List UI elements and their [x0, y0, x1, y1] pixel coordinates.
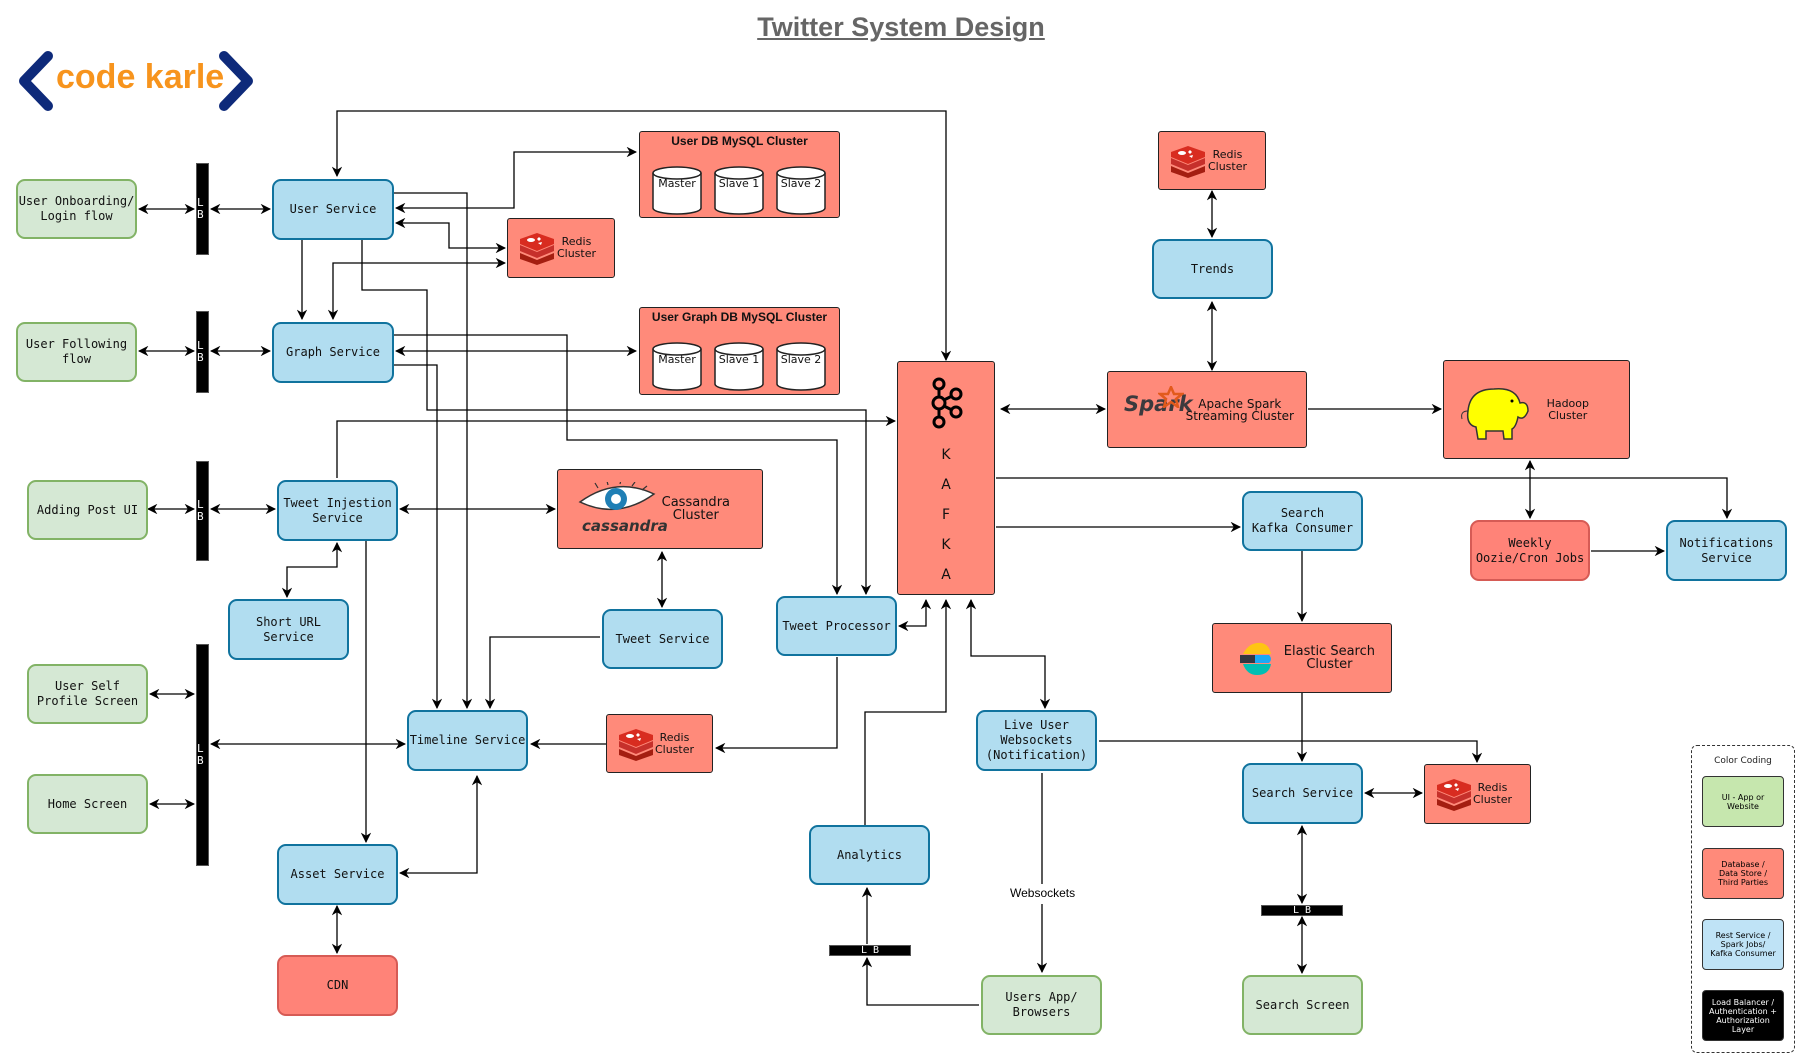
cdn[interactable]: CDN [277, 955, 398, 1016]
edge-liveuser-redis [1099, 740, 1483, 764]
elastic-search-cluster[interactable]: Elastic Search Cluster [1212, 623, 1392, 693]
service-trends[interactable]: Trends [1152, 239, 1273, 299]
redis-cluster-trends[interactable]: Redis Cluster [1158, 131, 1266, 190]
load-balancer-timeline[interactable]: L B [196, 644, 209, 866]
edge-graph-redis [327, 257, 507, 321]
redis-icon [1171, 146, 1205, 178]
spark-streaming-cluster[interactable]: Spark Apache Spark Streaming Cluster [1107, 371, 1307, 448]
edge-user-db-user-service [394, 146, 638, 214]
cassandra-label: Cassandra Cluster [661, 495, 730, 523]
cassandra-cluster[interactable]: cassandra Cassandra Cluster [557, 469, 763, 549]
service-search-kafka-consumer[interactable]: Search Kafka Consumer [1242, 491, 1363, 551]
service-live-user-websockets[interactable]: Live User Websockets (Notification) [976, 710, 1097, 771]
websockets-edge-label: Websockets [1008, 886, 1078, 900]
load-balancer-analytics[interactable]: L B [829, 945, 911, 956]
database-cylinder-master: Master [652, 330, 702, 391]
load-balancer-user[interactable]: L B [196, 163, 209, 255]
service-analytics[interactable]: Analytics [809, 825, 930, 885]
spark-star-icon [1158, 386, 1184, 408]
user-graph-db-mysql-cluster[interactable]: User Graph DB MySQL Cluster Master Slave… [639, 307, 840, 395]
hadoop-cluster[interactable]: Hadoop Cluster [1443, 360, 1630, 459]
database-cylinder-slave-1: Slave 1 [714, 154, 764, 215]
database-cylinder-slave-1: Slave 1 [714, 330, 764, 391]
edge-user-timeline [394, 192, 473, 710]
user-db-title: User DB MySQL Cluster [671, 134, 808, 148]
weekly-oozie-cron-jobs[interactable]: Weekly Oozie/Cron Jobs [1470, 520, 1590, 581]
edge-kafka-liveuser [965, 598, 1051, 710]
service-search[interactable]: Search Service [1242, 763, 1363, 824]
legend-item-service: Rest Service / Spark Jobs/ Kafka Consume… [1702, 919, 1784, 970]
spark-label: Apache Spark Streaming Cluster [1185, 396, 1294, 423]
elastic-search-icon [1240, 642, 1271, 675]
color-coding-legend: Color Coding UI - App or Website Databas… [1691, 745, 1795, 1053]
edge-injestion-shorturl [281, 541, 343, 599]
kafka-label: K A F K A [941, 447, 951, 583]
elastic-label: Elastic Search Cluster [1283, 644, 1375, 672]
redis-label: Redis Cluster [1207, 147, 1247, 173]
service-user[interactable]: User Service [272, 179, 394, 240]
ui-search-screen[interactable]: Search Screen [1242, 975, 1363, 1035]
service-tweet[interactable]: Tweet Service [602, 609, 723, 669]
service-asset[interactable]: Asset Service [277, 844, 398, 905]
service-notifications[interactable]: Notifications Service [1666, 520, 1787, 581]
redis-icon [1437, 779, 1471, 811]
redis-cluster-search[interactable]: Redis Cluster [1424, 764, 1531, 824]
ui-user-onboarding[interactable]: User Onboarding/ Login flow [16, 179, 137, 239]
edge-graph-timeline [394, 364, 443, 710]
graph-db-title: User Graph DB MySQL Cluster [651, 310, 828, 324]
edge-tweetproc-kafka [897, 598, 932, 632]
edge-tweetservice-timeline [484, 636, 600, 710]
redis-cluster-user[interactable]: Redis Cluster [507, 218, 615, 278]
kafka-cluster[interactable]: K A F K A [897, 361, 995, 595]
redis-icon [520, 233, 554, 265]
service-timeline[interactable]: Timeline Service [407, 710, 528, 771]
redis-label: Redis Cluster [556, 235, 596, 260]
edge-timeline-asset [398, 774, 483, 879]
load-balancer-graph[interactable]: L B [196, 311, 209, 393]
load-balancer-search[interactable]: L B [1261, 905, 1343, 916]
service-graph[interactable]: Graph Service [272, 322, 394, 383]
ui-home-screen[interactable]: Home Screen [27, 774, 148, 834]
database-cylinder-slave-2: Slave 2 [776, 330, 826, 391]
user-db-mysql-cluster[interactable]: User DB MySQL Cluster Master Slave 1 Sla… [639, 131, 840, 218]
cassandra-brand: cassandra [582, 517, 668, 535]
hadoop-elephant-icon [1461, 388, 1529, 440]
database-cylinder-slave-2: Slave 2 [776, 154, 826, 215]
kafka-icon [931, 377, 963, 429]
code-karle-logo: code karle [16, 50, 256, 112]
redis-label: Redis Cluster [1472, 781, 1512, 806]
database-cylinder-master: Master [652, 154, 702, 215]
redis-icon [619, 729, 653, 761]
legend-item-ui: UI - App or Website [1702, 776, 1784, 827]
redis-cluster-timeline[interactable]: Redis Cluster [606, 714, 713, 773]
edge-usersapp-lb [861, 956, 979, 1006]
service-tweet-injestion[interactable]: Tweet Injestion Service [277, 480, 398, 541]
legend-item-database: Database / Data Store / Third Parties [1702, 848, 1784, 899]
hadoop-label: Hadoop Cluster [1546, 396, 1589, 422]
ui-user-following[interactable]: User Following flow [16, 322, 137, 382]
service-short-url[interactable]: Short URL Service [228, 599, 349, 660]
ui-user-self-profile[interactable]: User Self Profile Screen [27, 664, 148, 724]
page-title: Twitter System Design [757, 12, 1045, 42]
ui-adding-post[interactable]: Adding Post UI [27, 480, 148, 540]
ui-users-app-browsers[interactable]: Users App/ Browsers [981, 975, 1102, 1035]
logo-text: code karle [56, 58, 225, 96]
edge-user-service-redis [394, 217, 507, 254]
legend-title: Color Coding [1714, 756, 1772, 766]
edge-tweetproc-redis [714, 657, 838, 754]
cassandra-eye-icon [578, 482, 656, 511]
legend-item-load-balancer: Load Balancer / Authentication + Authori… [1702, 990, 1784, 1041]
load-balancer-post[interactable]: L B [196, 461, 209, 561]
service-tweet-processor[interactable]: Tweet Processor [776, 596, 897, 656]
redis-label: Redis Cluster [654, 730, 694, 756]
